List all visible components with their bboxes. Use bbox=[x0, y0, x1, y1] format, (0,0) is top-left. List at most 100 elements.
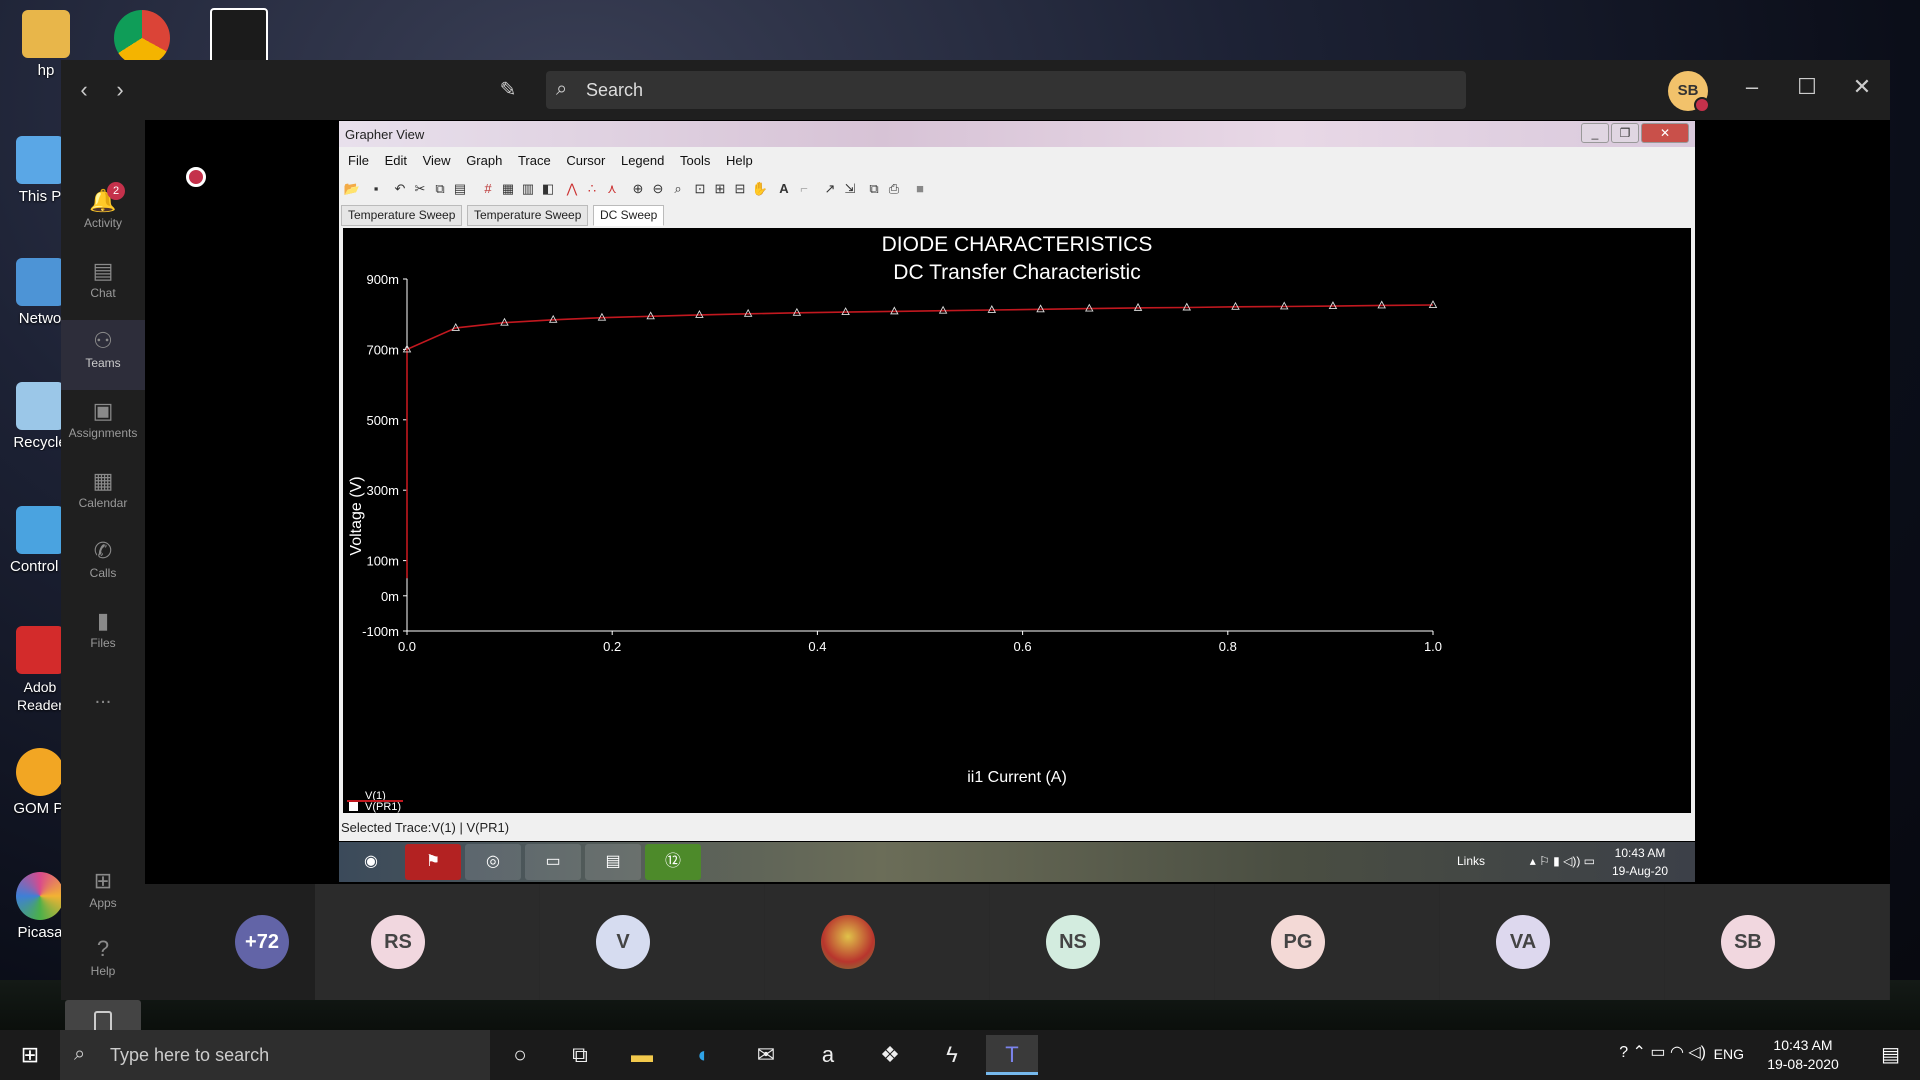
remote-tray-links[interactable]: Links bbox=[1457, 854, 1485, 868]
mail-icon[interactable]: ✉ bbox=[740, 1035, 792, 1075]
teams-taskbar-icon[interactable]: T bbox=[986, 1035, 1038, 1075]
participant-tile[interactable]: V bbox=[540, 884, 764, 1000]
app-shortcut-icon[interactable] bbox=[210, 8, 268, 66]
menu-help[interactable]: Help bbox=[726, 153, 753, 168]
tab-temperature-sweep-1[interactable]: Temperature Sweep bbox=[341, 205, 463, 226]
remote-explorer-icon[interactable]: ▭ bbox=[525, 844, 581, 880]
export-icon[interactable]: ⇲ bbox=[841, 180, 859, 198]
participant-tile[interactable]: SB bbox=[1665, 884, 1889, 1000]
search-input[interactable]: ⌕ Search bbox=[546, 71, 1466, 109]
x-axis-label: ii1 Current (A) bbox=[967, 769, 1067, 786]
rail-item-more[interactable]: ... bbox=[61, 676, 145, 716]
edge-icon[interactable]: ◐ bbox=[678, 1035, 730, 1075]
amazon-icon[interactable]: a bbox=[802, 1035, 854, 1075]
background-icon[interactable]: ◧ bbox=[539, 180, 557, 198]
avatar[interactable]: SB bbox=[1668, 71, 1710, 113]
forward-arrow-icon[interactable]: › bbox=[105, 75, 135, 105]
rail-item-calls[interactable]: ✆ Calls bbox=[61, 530, 145, 594]
rail-item-activity[interactable]: 🔔 2 Activity bbox=[61, 180, 145, 244]
app-bolt-icon[interactable]: ϟ bbox=[926, 1035, 978, 1075]
participant-tile[interactable]: RS bbox=[315, 884, 539, 1000]
zoom-out-icon[interactable]: ⊖ bbox=[649, 180, 667, 198]
print-icon[interactable]: ⎙ bbox=[885, 180, 903, 198]
tab-temperature-sweep-2[interactable]: Temperature Sweep bbox=[467, 205, 589, 226]
menu-view[interactable]: View bbox=[423, 153, 451, 168]
notification-icon[interactable]: ▤ bbox=[1881, 1042, 1900, 1067]
menu-cursor[interactable]: Cursor bbox=[566, 153, 605, 168]
picasa-icon bbox=[16, 872, 64, 920]
save-icon[interactable]: ▪ bbox=[367, 180, 385, 198]
grid-icon[interactable]: # bbox=[479, 180, 497, 198]
rail-item-assignments[interactable]: ▣ Assignments bbox=[61, 390, 145, 454]
zoom-x-icon[interactable]: ⊞ bbox=[711, 180, 729, 198]
grapher-titlebar: Grapher View _ ❐ ✕ bbox=[339, 121, 1695, 147]
back-arrow-icon[interactable]: ‹ bbox=[69, 75, 99, 105]
rail-item-help[interactable]: ? Help bbox=[61, 928, 145, 992]
grapher-minimize-button[interactable]: _ bbox=[1581, 123, 1609, 143]
participant-tile[interactable]: PG bbox=[1215, 884, 1439, 1000]
menu-trace[interactable]: Trace bbox=[518, 153, 551, 168]
task-view-icon[interactable]: ⧉ bbox=[554, 1035, 606, 1075]
peak-icon[interactable]: ⋏ bbox=[603, 180, 621, 198]
open-icon[interactable]: 📂 bbox=[343, 180, 361, 198]
paste-icon[interactable]: ▤ bbox=[451, 180, 469, 198]
minimize-button[interactable]: – bbox=[1737, 72, 1767, 102]
overlay-icon[interactable]: ⧉ bbox=[865, 180, 883, 198]
menu-legend[interactable]: Legend bbox=[621, 153, 664, 168]
split-icon[interactable]: ▥ bbox=[519, 180, 537, 198]
menu-tools[interactable]: Tools bbox=[680, 153, 710, 168]
cut-icon[interactable]: ✂ bbox=[411, 180, 429, 198]
rail-item-teams[interactable]: ⚇ Teams bbox=[61, 320, 145, 390]
cortana-icon[interactable]: ○ bbox=[494, 1035, 546, 1075]
menu-edit[interactable]: Edit bbox=[385, 153, 407, 168]
remote-multisim-icon[interactable]: ▤ bbox=[585, 844, 641, 880]
zoom-area-icon[interactable]: ⌕ bbox=[669, 180, 687, 198]
cursor-trace-icon[interactable]: ⋀ bbox=[563, 180, 581, 198]
participant-tile[interactable]: VA bbox=[1440, 884, 1664, 1000]
compose-icon[interactable]: ✎ bbox=[493, 75, 523, 105]
remote-app-icon[interactable]: ⑫ bbox=[645, 844, 701, 880]
chrome-shortcut-icon[interactable] bbox=[114, 10, 170, 66]
rail-item-label: Activity bbox=[83, 216, 122, 230]
remote-adobe-icon[interactable]: ⚑ bbox=[405, 844, 461, 880]
zoom-y-icon[interactable]: ⊟ bbox=[731, 180, 749, 198]
plot-area[interactable]: DIODE CHARACTERISTICS DC Transfer Charac… bbox=[343, 228, 1691, 813]
grapher-restore-button[interactable]: ❐ bbox=[1611, 123, 1639, 143]
remote-chrome-icon[interactable]: ◎ bbox=[465, 844, 521, 880]
dropbox-icon[interactable]: ❖ bbox=[864, 1035, 916, 1075]
rail-item-apps[interactable]: ⊞ Apps bbox=[61, 860, 145, 924]
taskbar-search-input[interactable]: ⌕ Type here to search bbox=[60, 1030, 490, 1080]
rail-item-chat[interactable]: ▤ Chat bbox=[61, 250, 145, 314]
rail-item-calendar[interactable]: ▦ Calendar bbox=[61, 460, 145, 524]
file-explorer-icon[interactable]: ▬ bbox=[616, 1035, 668, 1075]
text-icon[interactable]: A bbox=[775, 180, 793, 198]
copy-icon[interactable]: ⧉ bbox=[431, 180, 449, 198]
transform-icon[interactable]: ↗ bbox=[821, 180, 839, 198]
tab-dc-sweep[interactable]: DC Sweep bbox=[593, 205, 665, 226]
maximize-button[interactable]: ☐ bbox=[1792, 72, 1822, 102]
pan-hand-icon[interactable]: ✋ bbox=[751, 180, 769, 198]
fine-grid-icon[interactable]: ▦ bbox=[499, 180, 517, 198]
menu-file[interactable]: File bbox=[348, 153, 369, 168]
windows-logo-icon: ⊞ bbox=[20, 1042, 40, 1067]
menu-graph[interactable]: Graph bbox=[466, 153, 502, 168]
participant-tile[interactable]: NS bbox=[990, 884, 1214, 1000]
remote-start-icon[interactable]: ◉ bbox=[343, 844, 399, 880]
language-indicator[interactable]: ENG bbox=[1714, 1046, 1744, 1062]
legend-checkbox[interactable] bbox=[349, 802, 358, 811]
stop-icon[interactable]: ■ bbox=[911, 180, 929, 198]
rail-item-label: Calls bbox=[89, 566, 117, 580]
close-button[interactable]: ✕ bbox=[1847, 72, 1877, 102]
taskbar-clock[interactable]: 10:43 AM 19-08-2020 bbox=[1758, 1036, 1848, 1074]
rail-item-files[interactable]: ▮ Files bbox=[61, 600, 145, 664]
participant-tile[interactable] bbox=[765, 884, 989, 1000]
calendar-icon: ▦ bbox=[92, 468, 114, 493]
zoom-in-icon[interactable]: ⊕ bbox=[629, 180, 647, 198]
grapher-close-button[interactable]: ✕ bbox=[1641, 123, 1689, 143]
markers-icon[interactable]: ∴ bbox=[583, 180, 601, 198]
label-icon[interactable]: ⌐ bbox=[795, 180, 813, 198]
search-placeholder: Search bbox=[586, 80, 644, 100]
undo-icon[interactable]: ↶ bbox=[391, 180, 409, 198]
start-button[interactable]: ⊞ bbox=[0, 1030, 60, 1080]
zoom-fit-icon[interactable]: ⊡ bbox=[691, 180, 709, 198]
